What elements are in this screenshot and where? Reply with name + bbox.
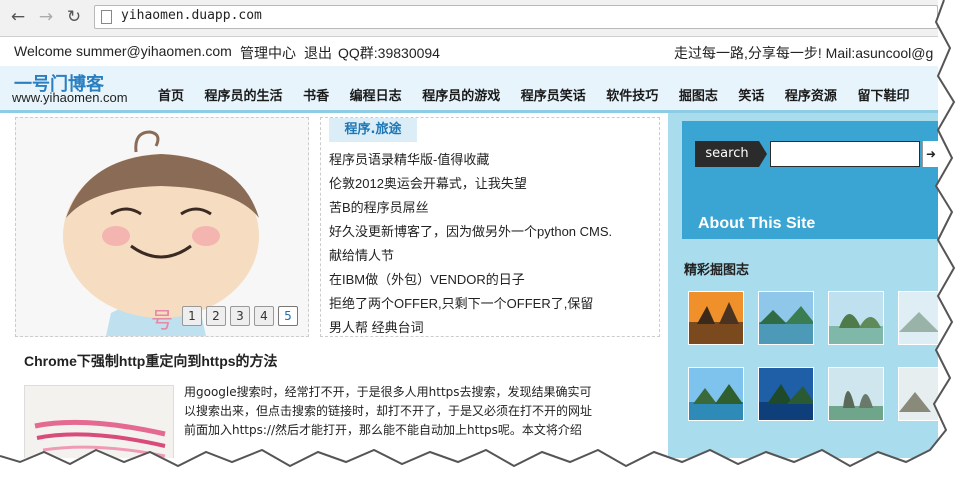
menu-item-resources[interactable]: 程序资源: [785, 89, 837, 104]
gallery-thumb[interactable]: [898, 291, 938, 345]
slider-page-4[interactable]: 4: [254, 306, 274, 326]
site-logo-url[interactable]: www.yihaomen.com: [12, 90, 128, 105]
post-link[interactable]: 拒绝了两个OFFER,只剩下一个OFFER了,保留: [329, 292, 612, 316]
search-submit-icon[interactable]: ➜: [922, 141, 938, 167]
article-excerpt: 用google搜索时，经常打不开，于是很多人用https去搜索，发现结果确实可 …: [184, 383, 658, 440]
browser-window: ← → ↻ yihaomen.duapp.com Welcome summer@…: [0, 0, 938, 458]
sidebar-search-panel: search ➜ About This Site: [682, 121, 938, 239]
reload-icon[interactable]: ↻: [64, 7, 84, 27]
welcome-text: Welcome summer@yihaomen.com: [14, 43, 232, 59]
search-input[interactable]: [770, 141, 920, 167]
gallery-thumb[interactable]: [898, 367, 938, 421]
slider-page-2[interactable]: 2: [206, 306, 226, 326]
article-line: 用google搜索时，经常打不开，于是很多人用https去搜索，发现结果确实可: [184, 385, 592, 399]
slogan-text: 走过每一路,分享每一步! Mail:asuncool@g: [674, 45, 934, 61]
image-slider[interactable]: 号 1 2 3 4 5: [15, 117, 309, 337]
thumbnail-image: [25, 386, 173, 458]
menu-item-software-tips[interactable]: 软件技巧: [606, 89, 658, 104]
sidebar: search ➜ About This Site 精彩掘图志: [668, 113, 938, 458]
gallery-heading: 精彩掘图志: [684, 263, 750, 278]
menu-item-life[interactable]: 程序员的生活: [205, 89, 283, 104]
back-arrow-icon[interactable]: ←: [8, 7, 28, 27]
page-icon: [101, 10, 112, 24]
search-label: search: [695, 141, 759, 167]
menu-item-jokes[interactable]: 笑话: [738, 89, 764, 104]
tab-programmer-journey[interactable]: 程序.旅途: [329, 118, 417, 142]
post-list: 程序员语录精华版-值得收藏 伦敦2012奥运会开幕式，让我失望 苦B的程序员屌丝…: [329, 148, 612, 340]
menu-item-books[interactable]: 书香: [303, 89, 329, 104]
browser-toolbar: ← → ↻ yihaomen.duapp.com: [0, 0, 938, 37]
gallery-thumb[interactable]: [758, 367, 814, 421]
menu-item-games[interactable]: 程序员的游戏: [422, 89, 500, 104]
menu-item-gallery[interactable]: 掘图志: [679, 89, 718, 104]
site-header: 一号门博客 www.yihaomen.com 首页 程序员的生活 书香 编程日志…: [0, 66, 938, 113]
article-thumbnail[interactable]: [24, 385, 174, 458]
post-link[interactable]: 男人帮 经典台词: [329, 316, 612, 340]
about-site-heading: About This Site: [698, 215, 816, 232]
main-content: 号 1 2 3 4 5 程序.旅途 程序员语录精华版-值得收藏 伦敦2012奥运…: [0, 113, 668, 458]
forward-arrow-icon[interactable]: →: [36, 7, 56, 27]
cartoon-boy-image: 号: [16, 118, 308, 336]
slider-page-5[interactable]: 5: [278, 306, 298, 326]
gallery-thumb[interactable]: [688, 291, 744, 345]
top-info-bar: Welcome summer@yihaomen.com 管理中心 退出 QQ群:…: [0, 37, 938, 65]
menu-item-home[interactable]: 首页: [158, 89, 184, 104]
article-title[interactable]: Chrome下强制http重定向到https的方法: [24, 351, 278, 371]
post-list-panel: 程序.旅途 程序员语录精华版-值得收藏 伦敦2012奥运会开幕式，让我失望 苦B…: [320, 117, 660, 337]
qq-group-text: QQ群:39830094: [338, 45, 440, 61]
menu-item-guestbook[interactable]: 留下鞋印: [857, 89, 909, 104]
gallery-thumb[interactable]: [828, 291, 884, 345]
gallery-thumb[interactable]: [828, 367, 884, 421]
menu-item-programmer-jokes[interactable]: 程序员笑话: [521, 89, 586, 104]
gallery-thumb[interactable]: [758, 291, 814, 345]
post-link[interactable]: 好久没更新博客了，因为做另外一个python CMS.: [329, 220, 612, 244]
post-link[interactable]: 在IBM做（外包）VENDOR的日子: [329, 268, 612, 292]
gallery-thumb[interactable]: [688, 367, 744, 421]
post-link[interactable]: 程序员语录精华版-值得收藏: [329, 148, 612, 172]
slider-page-3[interactable]: 3: [230, 306, 250, 326]
admin-link[interactable]: 管理中心: [240, 43, 296, 63]
article-line: 以搜索出来，但点击搜索的链接时，却打不开了，于是又必须在打不开的网址: [184, 404, 593, 418]
post-link[interactable]: 苦B的程序员屌丝: [329, 196, 612, 220]
search-label-arrow-icon: [759, 141, 767, 167]
address-bar[interactable]: yihaomen.duapp.com: [94, 5, 938, 29]
post-link[interactable]: 伦敦2012奥运会开幕式，让我失望: [329, 172, 612, 196]
slider-page-1[interactable]: 1: [182, 306, 202, 326]
address-text[interactable]: yihaomen.duapp.com: [121, 8, 262, 23]
menu-item-coding-log[interactable]: 编程日志: [350, 89, 402, 104]
article-line: 前面加入https://然后才能打开，那么能不能自动加上https呢。本文将介绍: [184, 423, 582, 437]
post-link[interactable]: 献给情人节: [329, 244, 612, 268]
svg-text:号: 号: [151, 308, 173, 333]
slider-pager: 1 2 3 4 5: [182, 306, 298, 326]
main-menu: 首页 程序员的生活 书香 编程日志 程序员的游戏 程序员笑话 软件技巧 掘图志 …: [158, 85, 925, 104]
logout-link[interactable]: 退出: [304, 43, 332, 63]
